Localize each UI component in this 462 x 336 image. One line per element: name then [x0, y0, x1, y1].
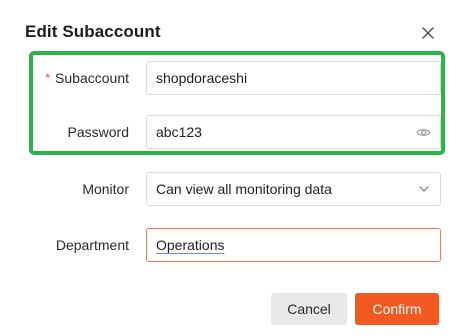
- subaccount-value: shopdoraceshi: [156, 70, 248, 86]
- subaccount-row: * Subaccount shopdoraceshi: [0, 61, 462, 95]
- chevron-down-icon: [419, 186, 429, 192]
- department-label: Department: [55, 237, 129, 253]
- edit-subaccount-dialog: Edit Subaccount * Subaccount shopdoracesh…: [0, 0, 462, 336]
- close-button[interactable]: [418, 23, 438, 43]
- subaccount-input[interactable]: shopdoraceshi: [146, 61, 441, 95]
- confirm-button[interactable]: Confirm: [355, 293, 439, 325]
- close-icon: [422, 27, 434, 39]
- monitor-row: Monitor Can view all monitoring data: [0, 172, 462, 206]
- password-label: Password: [67, 124, 129, 140]
- eye-icon[interactable]: [416, 125, 431, 140]
- password-value: abc123: [156, 124, 202, 140]
- password-row: Password abc123: [0, 115, 462, 149]
- monitor-select[interactable]: Can view all monitoring data: [146, 172, 441, 206]
- cancel-button[interactable]: Cancel: [271, 293, 347, 325]
- dialog-title: Edit Subaccount: [25, 22, 161, 41]
- required-mark: *: [45, 71, 51, 85]
- subaccount-label-text: Subaccount: [55, 70, 129, 86]
- monitor-value: Can view all monitoring data: [156, 181, 332, 197]
- department-value: Operations: [156, 237, 225, 253]
- password-input[interactable]: abc123: [146, 115, 441, 149]
- department-row: Department Operations: [0, 228, 462, 262]
- department-input[interactable]: Operations: [146, 228, 441, 262]
- subaccount-label: * Subaccount: [45, 61, 129, 95]
- monitor-label: Monitor: [82, 181, 129, 197]
